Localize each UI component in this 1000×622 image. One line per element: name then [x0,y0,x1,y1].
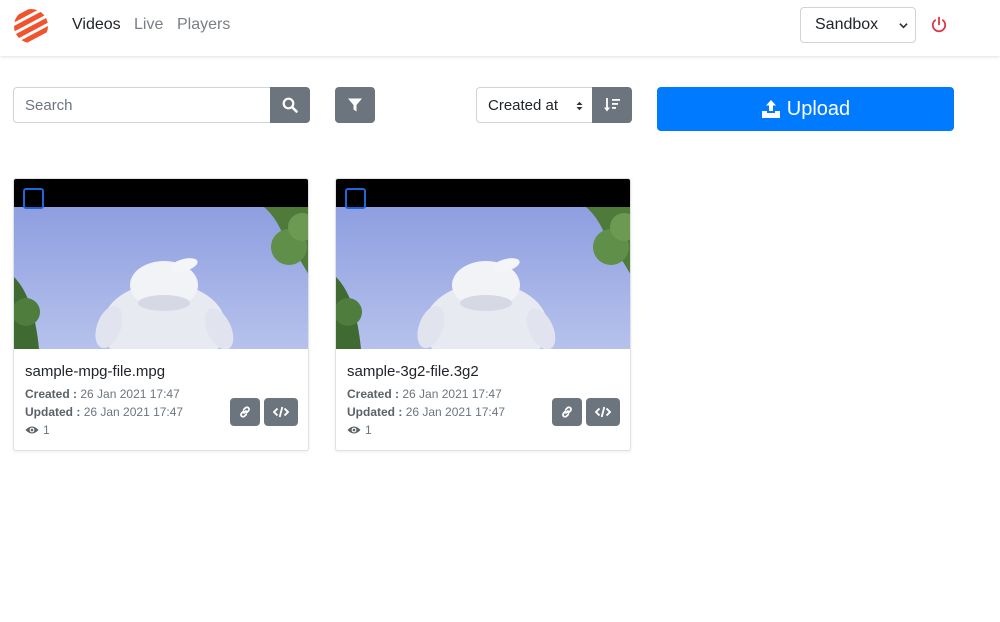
updated-label: Updated : [347,405,403,419]
video-thumbnail-image [336,207,630,349]
filter-button[interactable] [335,87,375,123]
code-icon [273,406,289,418]
created-label: Created : [347,387,400,401]
link-icon [562,406,572,418]
updated-value: 26 Jan 2021 17:47 [405,405,506,419]
created-label: Created : [25,387,78,401]
eye-icon [25,426,39,434]
video-title[interactable]: sample-mpg-file.mpg [25,363,165,380]
video-card[interactable]: sample-mpg-file.mpg Created : 26 Jan 202… [13,178,309,451]
views-count: 1 [43,423,50,437]
sort-value: Created at [488,96,559,114]
nav-item-videos[interactable]: Videos [72,16,121,34]
video-updated: Updated : 26 Jan 2021 17:47 [25,405,183,419]
video-thumbnail[interactable] [14,179,308,349]
navbar: Videos Live Players Sandbox [0,0,1000,56]
video-card[interactable]: sample-3g2-file.3g2 Created : 26 Jan 202… [335,178,631,451]
logo-icon[interactable] [14,8,48,44]
embed-code-button[interactable] [586,398,620,426]
upload-icon [761,100,780,118]
video-updated: Updated : 26 Jan 2021 17:47 [347,405,505,419]
video-views: 1 [25,423,50,437]
upload-button[interactable]: Upload [657,87,954,131]
sort-direction-button[interactable] [592,87,632,123]
upload-label: Upload [786,97,851,120]
video-created: Created : 26 Jan 2021 17:47 [25,387,180,401]
views-count: 1 [365,423,372,437]
video-title[interactable]: sample-3g2-file.3g2 [347,363,479,380]
created-value: 26 Jan 2021 17:47 [402,387,502,401]
video-views: 1 [347,423,372,437]
nav-item-live[interactable]: Live [134,16,163,34]
environment-select[interactable]: Sandbox [800,7,916,43]
sort-select[interactable]: Created at [476,87,593,123]
created-value: 26 Jan 2021 17:47 [80,387,180,401]
updated-value: 26 Jan 2021 17:47 [83,405,184,419]
filter-icon [348,98,362,112]
video-select-checkbox[interactable] [23,188,44,209]
search-group [13,87,310,123]
eye-icon [347,426,361,434]
environment-value: Sandbox [815,16,879,33]
copy-link-button[interactable] [230,398,260,426]
sort-updown-icon [576,101,583,111]
sort-direction-icon [604,98,620,112]
code-icon [595,406,611,418]
nav-item-players[interactable]: Players [177,16,230,34]
video-select-checkbox[interactable] [345,188,366,209]
link-icon [240,406,250,418]
video-thumbnail[interactable] [336,179,630,349]
search-icon [282,97,298,113]
video-created: Created : 26 Jan 2021 17:47 [347,387,502,401]
updated-label: Updated : [25,405,81,419]
chevron-down-icon [899,23,908,29]
copy-link-button[interactable] [552,398,582,426]
search-button[interactable] [270,87,310,123]
embed-code-button[interactable] [264,398,298,426]
search-input[interactable] [13,87,271,123]
power-icon[interactable] [930,16,948,34]
video-thumbnail-image [14,207,308,349]
